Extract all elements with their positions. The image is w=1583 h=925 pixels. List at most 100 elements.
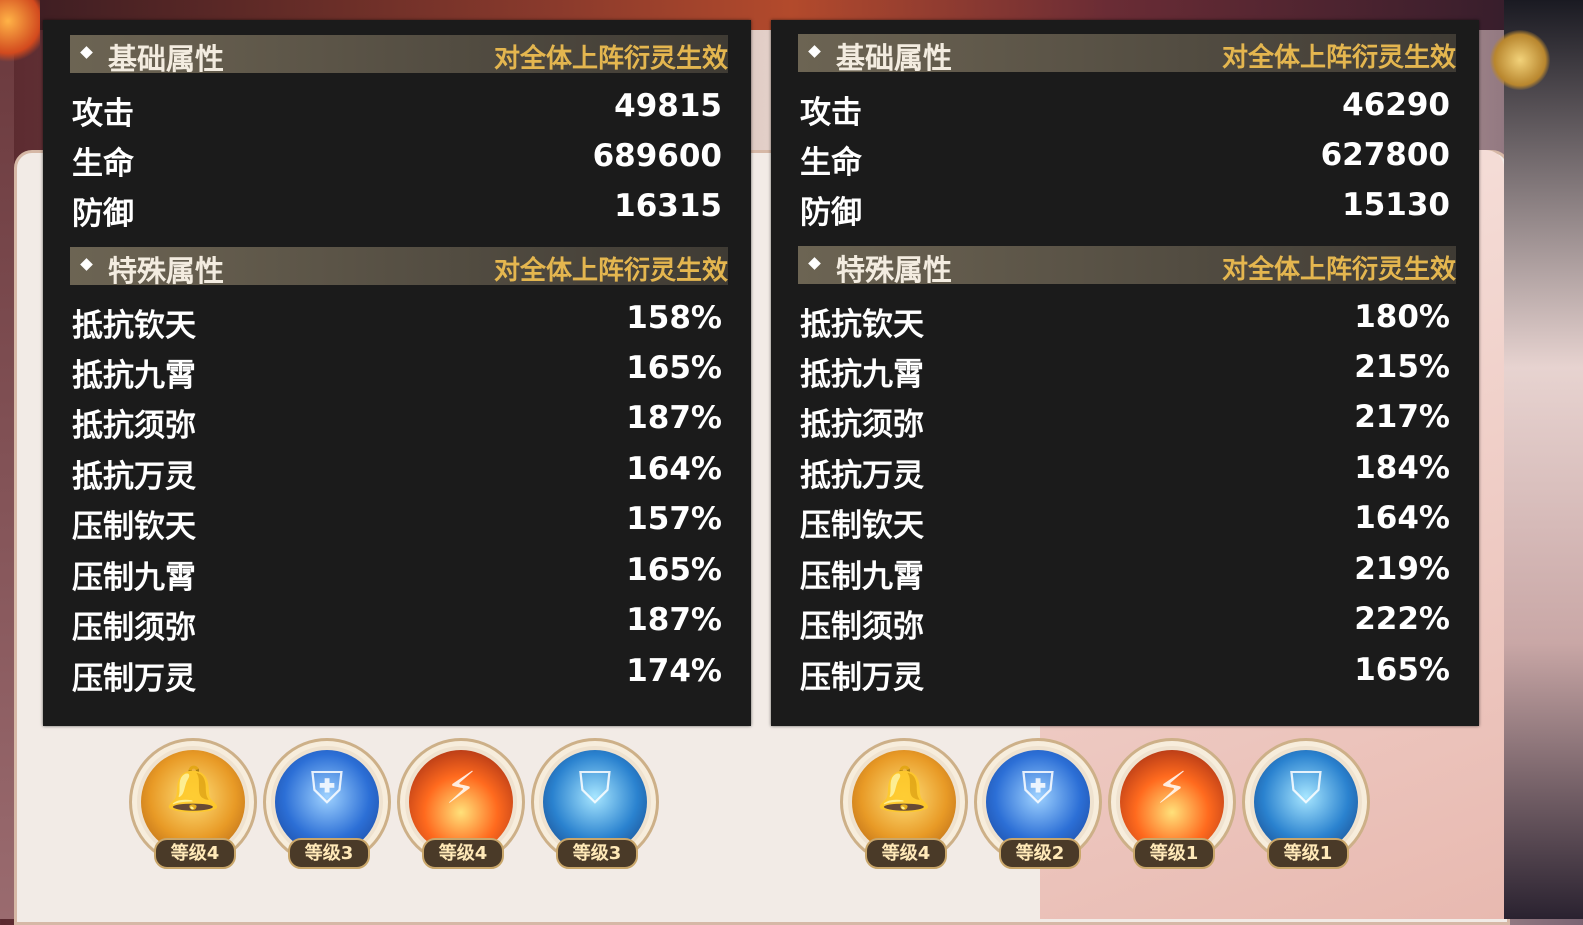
stat-value: 187% <box>626 400 722 436</box>
stat-row: 压制须弥 187% <box>72 602 722 646</box>
stat-value: 174% <box>626 653 722 689</box>
special-attributes-header: 特殊属性 对全体上阵衍灵生效 <box>798 246 1456 287</box>
stat-row: 压制九霄 165% <box>72 552 722 596</box>
stat-name: 压制须弥 <box>800 609 924 645</box>
shield-glyph-icon: ⛨ <box>310 763 344 814</box>
stat-name: 生命 <box>72 146 134 182</box>
stat-value: 16315 <box>614 188 722 224</box>
stat-name: 抵抗须弥 <box>72 408 196 444</box>
skill-level-label: 等级1 <box>1267 838 1349 869</box>
stat-value: 180% <box>1354 299 1450 335</box>
skill-badge-ice-shields[interactable]: ⛉ 等级3 <box>531 738 659 869</box>
stat-name: 压制九霄 <box>72 560 196 596</box>
skill-level-label: 等级2 <box>999 838 1081 869</box>
section-effect-note: 对全体上阵衍灵生效 <box>493 256 728 286</box>
stat-row-attack: 攻击 46290 <box>800 87 1450 131</box>
diamond-bullet-icon <box>80 258 93 271</box>
section-title: 特殊属性 <box>836 253 953 287</box>
skill-level-label: 等级3 <box>288 838 370 869</box>
stat-name: 抵抗万灵 <box>72 459 196 495</box>
stat-row-defense: 防御 15130 <box>800 187 1450 231</box>
section-title: 特殊属性 <box>108 254 225 288</box>
stat-name: 压制万灵 <box>72 661 196 697</box>
character-artwork <box>1504 0 1583 919</box>
stat-name: 防御 <box>800 195 862 231</box>
stat-value: 187% <box>626 602 722 638</box>
stat-row-hp: 生命 689600 <box>72 138 722 182</box>
stat-value: 157% <box>626 501 722 537</box>
stat-name: 压制须弥 <box>72 610 196 646</box>
stat-value: 219% <box>1354 551 1450 587</box>
stat-row: 压制万灵 174% <box>72 653 722 697</box>
skill-badge-blue-shield[interactable]: ⛨ 等级3 <box>263 738 391 869</box>
stat-row-attack: 攻击 49815 <box>72 88 722 132</box>
lightning-glyph-icon: ⚡ <box>445 763 477 814</box>
diamond-bullet-icon <box>808 257 821 270</box>
stat-name: 压制钦天 <box>72 509 196 545</box>
stat-value: 165% <box>626 552 722 588</box>
stat-row: 抵抗须弥 187% <box>72 400 722 444</box>
stat-row-defense: 防御 16315 <box>72 188 722 232</box>
right-stats-panel: 基础属性 对全体上阵衍灵生效 攻击 46290 生命 627800 防御 151… <box>771 20 1479 726</box>
stat-row: 抵抗万灵 164% <box>72 451 722 495</box>
stat-row: 抵抗钦天 158% <box>72 300 722 344</box>
skill-badge-fire-lightning[interactable]: ⚡ 等级1 <box>1108 738 1236 869</box>
skill-level-label: 等级4 <box>422 838 504 869</box>
stat-name: 压制万灵 <box>800 660 924 696</box>
section-effect-note: 对全体上阵衍灵生效 <box>1221 43 1456 73</box>
gold-ornament-icon <box>1490 30 1550 90</box>
stat-row: 压制须弥 222% <box>800 601 1450 645</box>
stat-value: 165% <box>626 350 722 386</box>
skill-badge-golden-bells[interactable]: 🔔 等级4 <box>129 738 257 869</box>
skill-badge-blue-shield[interactable]: ⛨ 等级2 <box>974 738 1102 869</box>
stat-value: 217% <box>1354 399 1450 435</box>
skill-level-label: 等级4 <box>865 838 947 869</box>
special-attributes-header: 特殊属性 对全体上阵衍灵生效 <box>70 247 728 288</box>
stat-row: 抵抗钦天 180% <box>800 299 1450 343</box>
stat-name: 压制九霄 <box>800 559 924 595</box>
flame-ornament <box>0 0 40 70</box>
stat-name: 抵抗万灵 <box>800 458 924 494</box>
diamond-bullet-icon <box>808 45 821 58</box>
stat-value: 49815 <box>614 88 722 124</box>
section-title: 基础属性 <box>836 41 953 75</box>
stat-row: 压制九霄 219% <box>800 551 1450 595</box>
shields-glyph-icon: ⛉ <box>578 763 612 814</box>
stat-value: 184% <box>1354 450 1450 486</box>
stat-row: 抵抗九霄 215% <box>800 349 1450 393</box>
stat-value: 15130 <box>1342 187 1450 223</box>
stat-name: 抵抗须弥 <box>800 407 924 443</box>
skill-badge-fire-lightning[interactable]: ⚡ 等级4 <box>397 738 525 869</box>
skill-badge-ice-shields[interactable]: ⛉ 等级1 <box>1242 738 1370 869</box>
stat-name: 生命 <box>800 145 862 181</box>
stat-value: 627800 <box>1320 137 1450 173</box>
basic-attributes-header: 基础属性 对全体上阵衍灵生效 <box>70 35 728 76</box>
stat-value: 158% <box>626 300 722 336</box>
stat-value: 165% <box>1354 652 1450 688</box>
stat-row: 抵抗须弥 217% <box>800 399 1450 443</box>
shields-glyph-icon: ⛉ <box>1289 763 1323 814</box>
left-scenery <box>0 30 14 919</box>
stat-row: 压制万灵 165% <box>800 652 1450 696</box>
stat-row: 抵抗九霄 165% <box>72 350 722 394</box>
stat-row: 压制钦天 164% <box>800 500 1450 544</box>
skill-level-label: 等级4 <box>154 838 236 869</box>
stat-value: 164% <box>1354 500 1450 536</box>
stat-row-hp: 生命 627800 <box>800 137 1450 181</box>
basic-attributes-header: 基础属性 对全体上阵衍灵生效 <box>798 34 1456 75</box>
stat-row: 压制钦天 157% <box>72 501 722 545</box>
stat-value: 215% <box>1354 349 1450 385</box>
stat-value: 46290 <box>1342 87 1450 123</box>
section-effect-note: 对全体上阵衍灵生效 <box>493 44 728 74</box>
left-stats-panel: 基础属性 对全体上阵衍灵生效 攻击 49815 生命 689600 防御 163… <box>43 20 751 726</box>
skill-badge-golden-bells[interactable]: 🔔 等级4 <box>840 738 968 869</box>
stat-name: 攻击 <box>800 95 862 131</box>
shield-glyph-icon: ⛨ <box>1021 763 1055 814</box>
stat-value: 164% <box>626 451 722 487</box>
lightning-glyph-icon: ⚡ <box>1156 763 1188 814</box>
stat-name: 抵抗钦天 <box>72 308 196 344</box>
stat-name: 抵抗九霄 <box>800 357 924 393</box>
stat-name: 压制钦天 <box>800 508 924 544</box>
stat-name: 攻击 <box>72 96 134 132</box>
stat-value: 689600 <box>592 138 722 174</box>
